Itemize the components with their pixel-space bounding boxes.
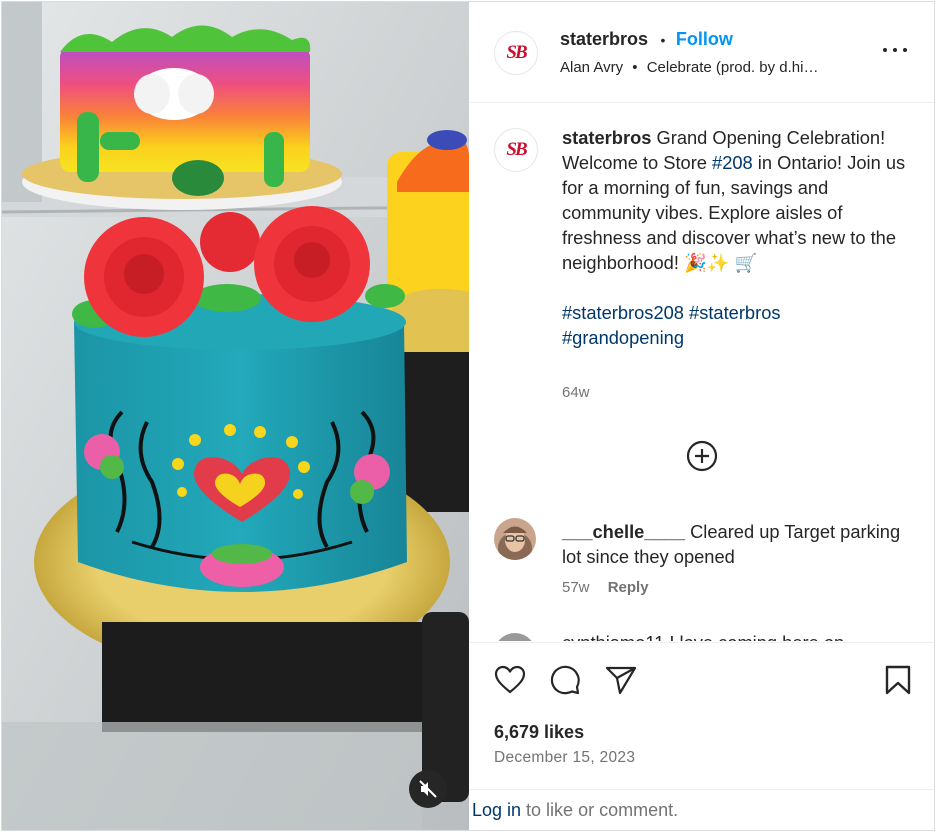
audio-info[interactable]: Alan Avry • Celebrate (prod. by d.hi… [560,59,818,76]
comment-username[interactable]: ___chelle____ [562,521,685,542]
share-icon [605,666,637,695]
comment-avatar[interactable] [494,633,536,641]
login-suffix: to like or comment. [521,800,679,820]
avatar-logo-text: SB [506,42,527,63]
caption-avatar-logo-text: SB [506,139,527,160]
hashtag-line: #staterbros208 #staterbros #grandopening [562,300,907,350]
hashtag-link[interactable]: #staterbros [689,302,780,323]
caption-username[interactable]: staterbros [562,127,651,148]
header-user-row: staterbros • Follow [560,29,733,50]
comment-icon [550,665,580,695]
instagram-post-embed: SB staterbros • Follow Alan Avry • Celeb… [1,1,935,831]
plus-circle-icon [686,440,718,472]
caption-timestamp[interactable]: 64w [562,384,590,401]
like-button[interactable] [494,665,526,700]
comments-section[interactable]: SB staterbros Grand Opening Celebration!… [470,103,934,641]
store-tag-link[interactable]: #208 [712,152,753,173]
reply-button[interactable]: Reply [608,579,649,596]
audio-track: Celebrate (prod. by d.hi… [646,59,819,76]
load-more-comments-button[interactable] [686,440,718,472]
comment: ___chelle____ Cleared up Target parking … [562,519,907,569]
post-details-panel: SB staterbros • Follow Alan Avry • Celeb… [470,2,934,830]
bookmark-icon [885,665,911,695]
hashtag-link[interactable]: #staterbros208 [562,302,684,323]
separator-dot: • [660,32,666,48]
follow-button[interactable]: Follow [676,29,733,49]
heart-icon [494,665,526,694]
audio-artist: Alan Avry [560,59,624,76]
share-button[interactable] [605,665,637,700]
post-date[interactable]: December 15, 2023 [494,749,635,767]
save-button[interactable] [884,665,912,700]
caption-avatar[interactable]: SB [494,128,538,172]
comment-button[interactable] [549,664,581,701]
caption: staterbros Grand Opening Celebration! We… [562,125,907,350]
avatar-photo [494,518,536,560]
speaker-muted-icon [419,780,437,798]
login-link[interactable]: Log in [472,800,521,820]
avatar[interactable]: SB [494,31,538,75]
cake-video-frame [2,2,469,830]
comment-meta: 57w Reply [562,579,649,596]
like-count[interactable]: 6,679 likes [494,722,584,743]
action-bar: 6,679 likes December 15, 2023 Log in to … [470,642,934,830]
post-video[interactable] [2,2,469,830]
header-username[interactable]: staterbros [560,29,648,49]
comment-partial: cynthiamo11 I love coming here on [562,632,844,641]
more-options-button[interactable] [880,40,910,60]
login-prompt: Log in to like or comment. [470,789,934,830]
post-header: SB staterbros • Follow Alan Avry • Celeb… [470,2,934,103]
hashtag-link[interactable]: #grandopening [562,327,684,348]
mute-toggle-button[interactable] [409,770,447,808]
comment-timestamp[interactable]: 57w [562,579,590,596]
audio-separator: • [632,59,638,76]
comment-avatar[interactable] [494,518,536,560]
